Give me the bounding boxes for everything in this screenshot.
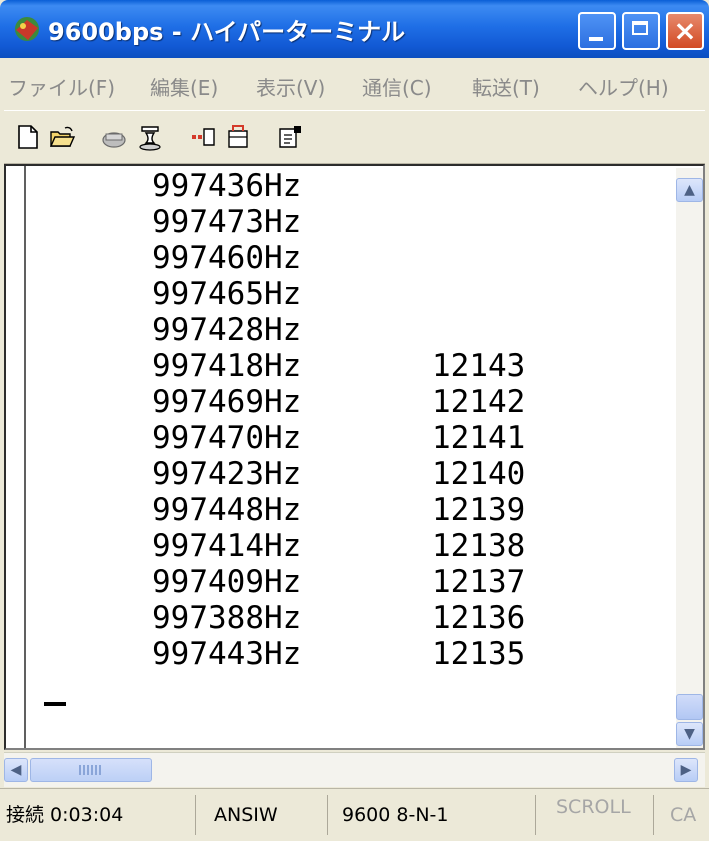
terminal-freq-value: 997469Hz [152, 384, 302, 420]
menu-call[interactable]: 通信(C) [362, 72, 432, 101]
status-connection-time: 接続 0:03:04 [6, 795, 196, 835]
terminal-count-value: 12140 [432, 456, 526, 492]
vertical-scroll-thumb[interactable] [676, 694, 703, 720]
terminal-text-area[interactable]: 997436Hz 997473Hz 997460Hz 997465Hz 9974… [24, 166, 654, 748]
status-scroll-indicator: SCROLL [544, 795, 654, 835]
status-bar: 接続 0:03:04 ANSIW 9600 8-N-1 SCROLL CA [0, 788, 709, 841]
terminal-freq-value: 997428Hz [152, 312, 302, 348]
menu-file[interactable]: ファイル(F) [8, 72, 115, 101]
menu-help[interactable]: ヘルプ(H) [578, 72, 669, 101]
terminal-screen[interactable]: 997436Hz 997473Hz 997460Hz 997465Hz 9974… [4, 164, 705, 750]
text-cursor [44, 702, 66, 706]
new-document-icon[interactable] [14, 123, 42, 151]
toolbar [4, 110, 705, 164]
send-icon[interactable] [190, 123, 218, 151]
status-caps-indicator: CA [670, 804, 697, 826]
menu-edit[interactable]: 編集(E) [150, 72, 218, 101]
terminal-count-value: 12142 [432, 384, 526, 420]
horizontal-scroll-thumb[interactable] [30, 758, 152, 782]
chevron-down-icon: ▼ [684, 726, 695, 742]
terminal-count-value: 12136 [432, 600, 526, 636]
terminal-freq-value: 997409Hz [152, 564, 302, 600]
terminal-freq-value: 997470Hz [152, 420, 302, 456]
terminal-freq-value: 997388Hz [152, 600, 302, 636]
terminal-freq-value: 997423Hz [152, 456, 302, 492]
hyperterminal-app-icon[interactable] [12, 14, 42, 44]
scroll-grip-icon [79, 765, 103, 775]
terminal-freq-value: 997473Hz [152, 204, 302, 240]
phone-dial-icon[interactable] [100, 123, 128, 151]
minimize-button[interactable] [578, 12, 616, 50]
terminal-freq-value: 997418Hz [152, 348, 302, 384]
chevron-right-icon: ▶ [680, 762, 692, 778]
disconnect-icon[interactable] [136, 123, 164, 151]
menu-view[interactable]: 表示(V) [256, 72, 325, 101]
open-folder-icon[interactable] [48, 123, 76, 151]
maximize-button[interactable] [622, 12, 660, 50]
terminal-count-value: 12135 [432, 636, 526, 672]
close-button[interactable]: × [666, 12, 704, 50]
title-bar[interactable]: 9600bps - ハイパーターミナル × [0, 0, 709, 58]
terminal-freq-value: 997448Hz [152, 492, 302, 528]
receive-icon[interactable] [224, 123, 252, 151]
properties-icon[interactable] [276, 123, 304, 151]
scroll-left-button[interactable]: ◀ [4, 758, 28, 782]
menu-transfer[interactable]: 転送(T) [472, 72, 540, 101]
scroll-right-button[interactable]: ▶ [674, 758, 698, 782]
scroll-down-button[interactable]: ▼ [676, 722, 703, 746]
horizontal-scrollbar[interactable]: ◀ ▶ [4, 752, 705, 787]
chevron-left-icon: ◀ [10, 762, 22, 778]
chevron-up-icon: ▲ [684, 182, 695, 198]
terminal-count-value: 12143 [432, 348, 526, 384]
vertical-scrollbar[interactable]: ▲ ▼ [676, 168, 703, 748]
window-title: 9600bps - ハイパーターミナル [48, 18, 406, 46]
terminal-count-value: 12141 [432, 420, 526, 456]
terminal-freq-value: 997414Hz [152, 528, 302, 564]
terminal-freq-value: 997465Hz [152, 276, 302, 312]
terminal-count-value: 12139 [432, 492, 526, 528]
terminal-count-value: 12137 [432, 564, 526, 600]
menu-bar: ファイル(F) 編集(E) 表示(V) 通信(C) 転送(T) ヘルプ(H) [4, 58, 705, 108]
terminal-freq-value: 997443Hz [152, 636, 302, 672]
terminal-freq-value: 997460Hz [152, 240, 302, 276]
hyperterminal-window: 9600bps - ハイパーターミナル × ファイル(F) 編集(E) 表示(V… [0, 0, 709, 841]
scroll-up-button[interactable]: ▲ [676, 178, 703, 202]
status-emulation: ANSIW [208, 795, 328, 835]
close-icon: × [673, 14, 697, 47]
terminal-freq-value: 997436Hz [152, 168, 302, 204]
terminal-count-value: 12138 [432, 528, 526, 564]
status-port-settings: 9600 8-N-1 [336, 795, 536, 835]
